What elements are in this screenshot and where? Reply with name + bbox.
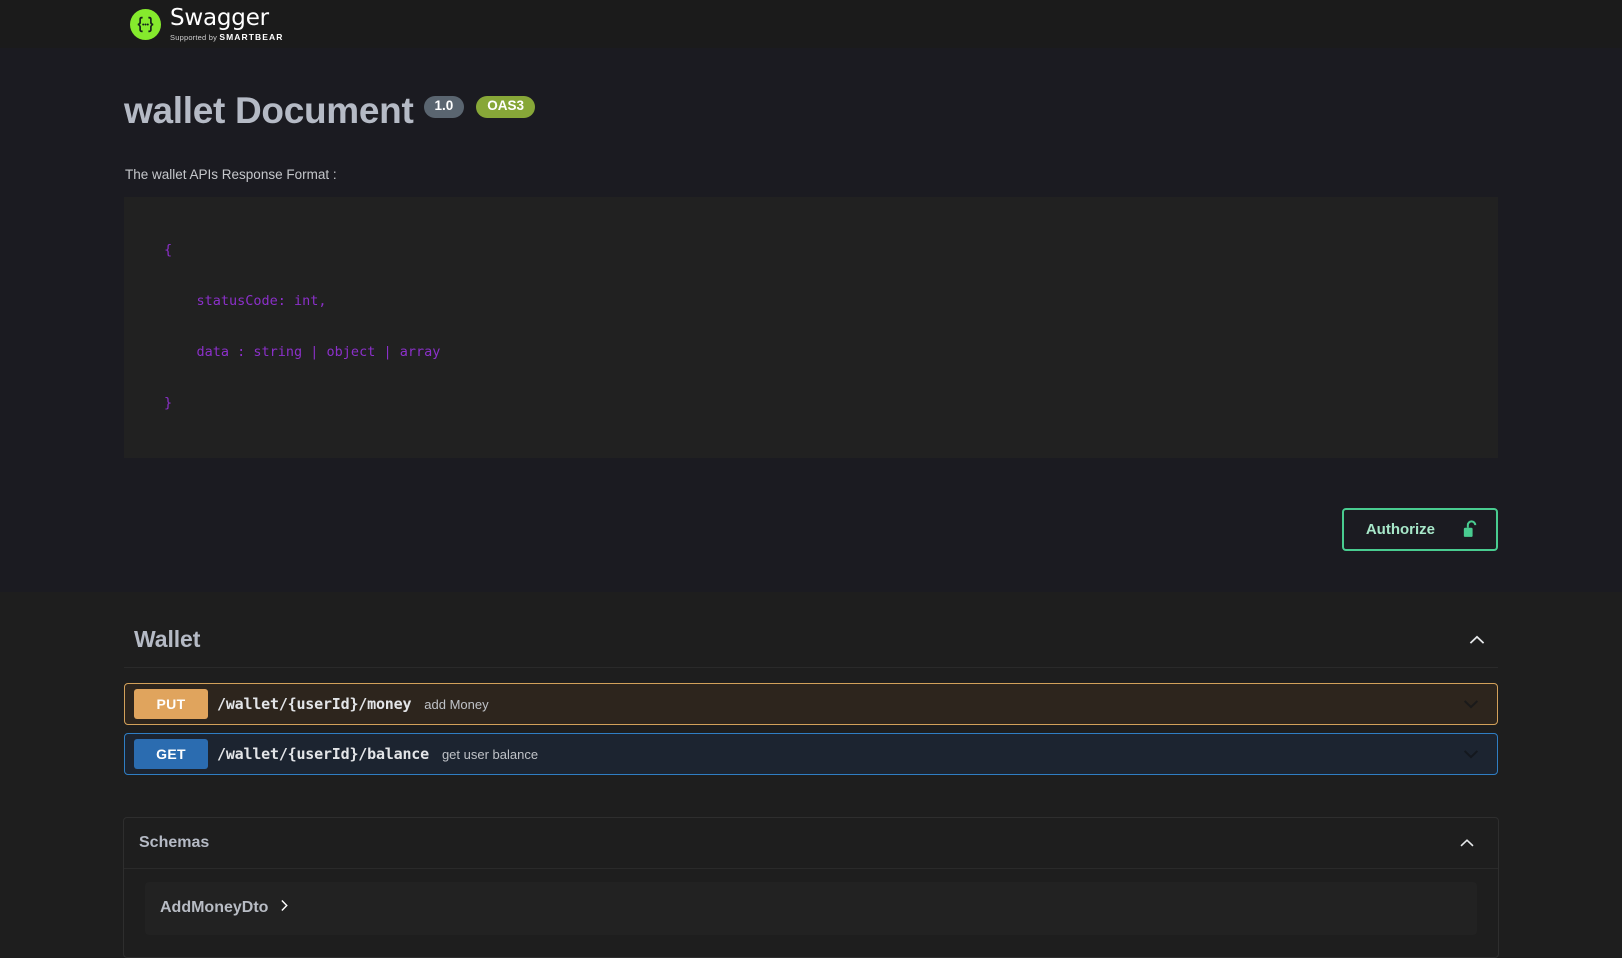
operation-summary: add Money [424,696,489,712]
swagger-wordmark: Swagger [170,4,269,31]
response-format-codeblock: { statusCode: int, data : string | objec… [124,197,1498,458]
chevron-right-icon[interactable] [277,898,292,918]
swagger-logo-text: Swagger Supported by SMARTBEAR [170,4,284,42]
info-region: wallet Document 1.0 OAS3 The wallet APIs… [0,48,1622,592]
schema-model-container: AddMoneyDto [145,882,1477,935]
code-line: statusCode: int, [164,293,327,309]
swagger-supported-by: Supported by SMARTBEAR [170,33,284,42]
version-badge: 1.0 [423,96,465,118]
schema-model-addmoneydto[interactable]: AddMoneyDto [160,898,292,918]
schemas-header[interactable]: Schemas [124,818,1498,869]
http-method-badge: PUT [134,689,208,719]
chevron-down-icon[interactable] [1460,693,1482,715]
unlocked-padlock-icon [1461,519,1480,540]
chevron-up-icon[interactable] [1454,830,1480,856]
authorize-row: Authorize [124,458,1498,591]
operation-summary: get user balance [441,746,539,762]
swagger-logo[interactable]: Swagger Supported by SMARTBEAR [130,4,284,42]
schemas-title: Schemas [139,834,210,851]
chevron-up-icon[interactable] [1464,627,1490,653]
chevron-down-icon[interactable] [1460,743,1482,765]
topbar: Swagger Supported by SMARTBEAR [0,0,1622,48]
operation-path: /wallet/{userId}/money [217,695,412,713]
swagger-braces-icon [130,8,161,40]
operation-path: /wallet/{userId}/balance [217,745,429,763]
authorize-button[interactable]: Authorize [1341,508,1498,551]
tag-header-wallet[interactable]: Wallet [124,620,1498,668]
http-method-badge: GET [134,739,208,769]
operation-row-get-balance[interactable]: GET /wallet/{userId}/balance get user ba… [124,733,1498,775]
page-title: wallet Document [124,90,414,131]
operation-row-put-money[interactable]: PUT /wallet/{userId}/money add Money [124,683,1498,725]
code-line: data : string | object | array [164,344,441,360]
schema-model-name: AddMoneyDto [160,899,269,916]
code-line: { [164,242,173,258]
title-row: wallet Document 1.0 OAS3 [124,48,1498,129]
authorize-button-label: Authorize [1365,521,1435,538]
oas-badge: OAS3 [476,96,536,118]
smartbear-label: SMARTBEAR [219,31,284,42]
body-region: Wallet PUT /wallet/{userId}/money add Mo… [0,592,1622,958]
code-line: } [164,395,173,411]
tag-section-wallet: Wallet PUT /wallet/{userId}/money add Mo… [124,592,1498,775]
supported-by-label: Supported by [170,32,218,42]
tag-name-label: Wallet [134,626,201,652]
api-description: The wallet APIs Response Format : [125,167,337,182]
info-wrapper: wallet Document 1.0 OAS3 The wallet APIs… [124,48,1498,591]
schemas-section: Schemas AddMoneyDto [123,817,1499,958]
